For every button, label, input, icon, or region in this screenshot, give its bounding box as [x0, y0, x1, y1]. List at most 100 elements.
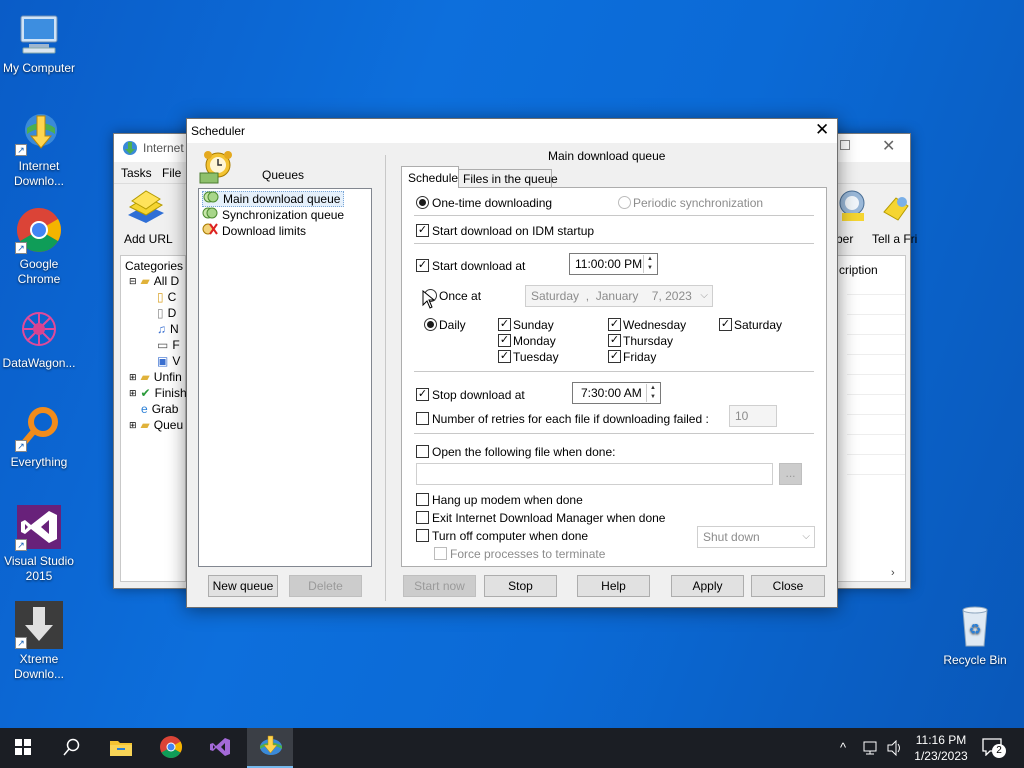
desktop-icon-chrome[interactable]: ↗ Google Chrome	[1, 206, 77, 287]
chevron-up-icon[interactable]: ^	[840, 740, 846, 755]
sunday-checkbox[interactable]: ✓	[498, 318, 511, 331]
retries-input[interactable]: 10	[729, 405, 777, 427]
categories-header: Categories	[125, 259, 184, 273]
desktop-icon-idm[interactable]: ↗ Internet Downlo...	[1, 108, 77, 189]
wednesday-checkbox[interactable]: ✓	[608, 318, 621, 331]
queue-item-limits[interactable]: Download limits	[202, 223, 306, 239]
scheduler-dialog[interactable]: Scheduler ✕ Queues Main download queue S…	[186, 118, 838, 608]
tree-item[interactable]: ▣ V	[157, 353, 180, 369]
tree-item[interactable]: ⊞ ▰ Unfin	[129, 369, 182, 385]
queues-label: Queues	[262, 168, 305, 182]
time-spinner[interactable]: ▲ ▼	[643, 255, 656, 273]
tuesday-label: Tuesday	[513, 350, 559, 364]
hang-up-checkbox[interactable]	[416, 493, 429, 506]
time-spinner[interactable]: ▲ ▼	[646, 384, 659, 402]
scheduler-toolbar-icon[interactable]	[838, 189, 868, 229]
queue-item-sync[interactable]: Synchronization queue	[202, 207, 344, 223]
start-now-button[interactable]: Start now	[403, 575, 476, 597]
thursday-checkbox[interactable]: ✓	[608, 334, 621, 347]
periodic-radio[interactable]	[618, 196, 631, 209]
tab-files-in-queue[interactable]: Files in the queue	[458, 169, 558, 188]
action-center-button[interactable]: 2	[982, 738, 1006, 758]
retries-checkbox[interactable]	[416, 412, 429, 425]
desktop-icon-recycle-bin[interactable]: ♻ Recycle Bin	[937, 602, 1013, 668]
start-on-startup-checkbox[interactable]: ✓	[416, 224, 429, 237]
svg-text:♻: ♻	[969, 622, 982, 638]
desktop-icon-everything[interactable]: ↗ Everything	[1, 404, 77, 470]
desktop-icon-label: Everything	[10, 455, 68, 469]
desktop-icon-visual-studio[interactable]: ↗ Visual Studio 2015	[1, 503, 77, 584]
chrome-icon	[159, 735, 183, 762]
exit-idm-label: Exit Internet Download Manager when done	[432, 511, 666, 525]
start-button[interactable]	[0, 728, 46, 768]
tree-item[interactable]: e Grab	[141, 401, 178, 417]
tree-item[interactable]: ♫ N	[157, 321, 179, 337]
friday-checkbox[interactable]: ✓	[608, 350, 621, 363]
network-icon[interactable]	[862, 740, 880, 759]
tree-item[interactable]: ⊞ ▰ Queu	[129, 417, 183, 433]
taskbar-idm[interactable]	[247, 728, 293, 768]
delete-queue-button[interactable]: Delete	[289, 575, 362, 597]
close-icon[interactable]: ✕	[815, 120, 829, 140]
taskbar-chrome[interactable]	[148, 728, 194, 768]
maximize-icon[interactable]	[840, 140, 850, 150]
daily-radio[interactable]	[424, 318, 437, 331]
exit-idm-checkbox[interactable]	[416, 511, 429, 524]
tree-item[interactable]: ⊞ ✔ Finish	[129, 385, 187, 401]
start-time-input[interactable]: 11:00:00 PM ▲ ▼	[569, 253, 658, 275]
scroll-right-icon[interactable]: ›	[891, 567, 895, 579]
menu-tasks[interactable]: Tasks	[121, 166, 152, 180]
browse-button[interactable]: ...	[779, 463, 802, 485]
saturday-checkbox[interactable]: ✓	[719, 318, 732, 331]
tree-item[interactable]: ▯ C	[157, 289, 176, 305]
tell-a-friend-icon[interactable]	[880, 192, 910, 226]
stop-button[interactable]: Stop	[484, 575, 557, 597]
taskbar-visual-studio[interactable]	[197, 728, 243, 768]
close-icon[interactable]: ✕	[882, 136, 895, 156]
tuesday-checkbox[interactable]: ✓	[498, 350, 511, 363]
taskbar-search-button[interactable]	[49, 728, 95, 768]
force-checkbox[interactable]	[434, 547, 447, 560]
open-file-path-input[interactable]	[416, 463, 773, 485]
volume-icon[interactable]	[886, 739, 904, 759]
tree-item[interactable]: ▭ F	[157, 337, 180, 353]
force-label: Force processes to terminate	[450, 547, 606, 561]
start-at-checkbox[interactable]: ✓	[416, 259, 429, 272]
stop-time-input[interactable]: 7:30:00 AM ▲ ▼	[572, 382, 661, 404]
stop-at-checkbox[interactable]: ✓	[416, 388, 429, 401]
tree-item[interactable]: ⊟ ▰ All D	[129, 273, 179, 289]
idm-window-title: Internet	[143, 141, 184, 155]
desktop-icon-my-computer[interactable]: My Computer	[1, 10, 77, 76]
once-date-picker[interactable]: Saturday , January 7, 2023 ⌵	[525, 285, 713, 307]
one-time-radio[interactable]	[416, 196, 429, 209]
tab-schedule[interactable]: Schedule	[401, 166, 459, 188]
new-queue-button[interactable]: New queue	[208, 575, 278, 597]
visual-studio-icon	[208, 735, 232, 762]
desktop-icon-datawagon[interactable]: DataWagon...	[1, 305, 77, 371]
queue-item-main[interactable]: Main download queue	[202, 191, 345, 207]
add-url-button[interactable]: Add URL	[120, 189, 180, 249]
turn-off-label: Turn off computer when done	[432, 529, 589, 543]
download-list[interactable]: cription ›	[836, 255, 906, 582]
once-at-label: Once at	[439, 289, 482, 303]
open-file-label: Open the following file when done:	[432, 445, 616, 459]
monday-checkbox[interactable]: ✓	[498, 334, 511, 347]
queue-list[interactable]: Main download queue Synchronization queu…	[198, 188, 372, 567]
turn-off-checkbox[interactable]	[416, 529, 429, 542]
system-clock[interactable]: 11:16 PM 1/23/2023	[908, 732, 974, 764]
open-file-checkbox[interactable]	[416, 445, 429, 458]
shutdown-select[interactable]: Shut down ⌵	[697, 526, 815, 548]
chevron-down-icon[interactable]: ⌵	[700, 286, 708, 306]
chevron-down-icon[interactable]: ⌵	[802, 527, 810, 547]
thursday-label: Thursday	[623, 334, 674, 348]
close-button[interactable]: Close	[751, 575, 825, 597]
menu-file[interactable]: File	[162, 166, 181, 180]
windows-logo-icon	[15, 738, 31, 758]
desktop-icon-xtreme[interactable]: ↗ Xtreme Downlo...	[1, 601, 77, 682]
apply-button[interactable]: Apply	[671, 575, 744, 597]
taskbar-file-explorer[interactable]	[98, 728, 144, 768]
tree-item[interactable]: ▯ D	[157, 305, 176, 321]
dialog-title-bar[interactable]: Scheduler ✕	[187, 119, 837, 143]
column-header-description[interactable]: cription	[839, 263, 878, 277]
help-button[interactable]: Help	[577, 575, 650, 597]
